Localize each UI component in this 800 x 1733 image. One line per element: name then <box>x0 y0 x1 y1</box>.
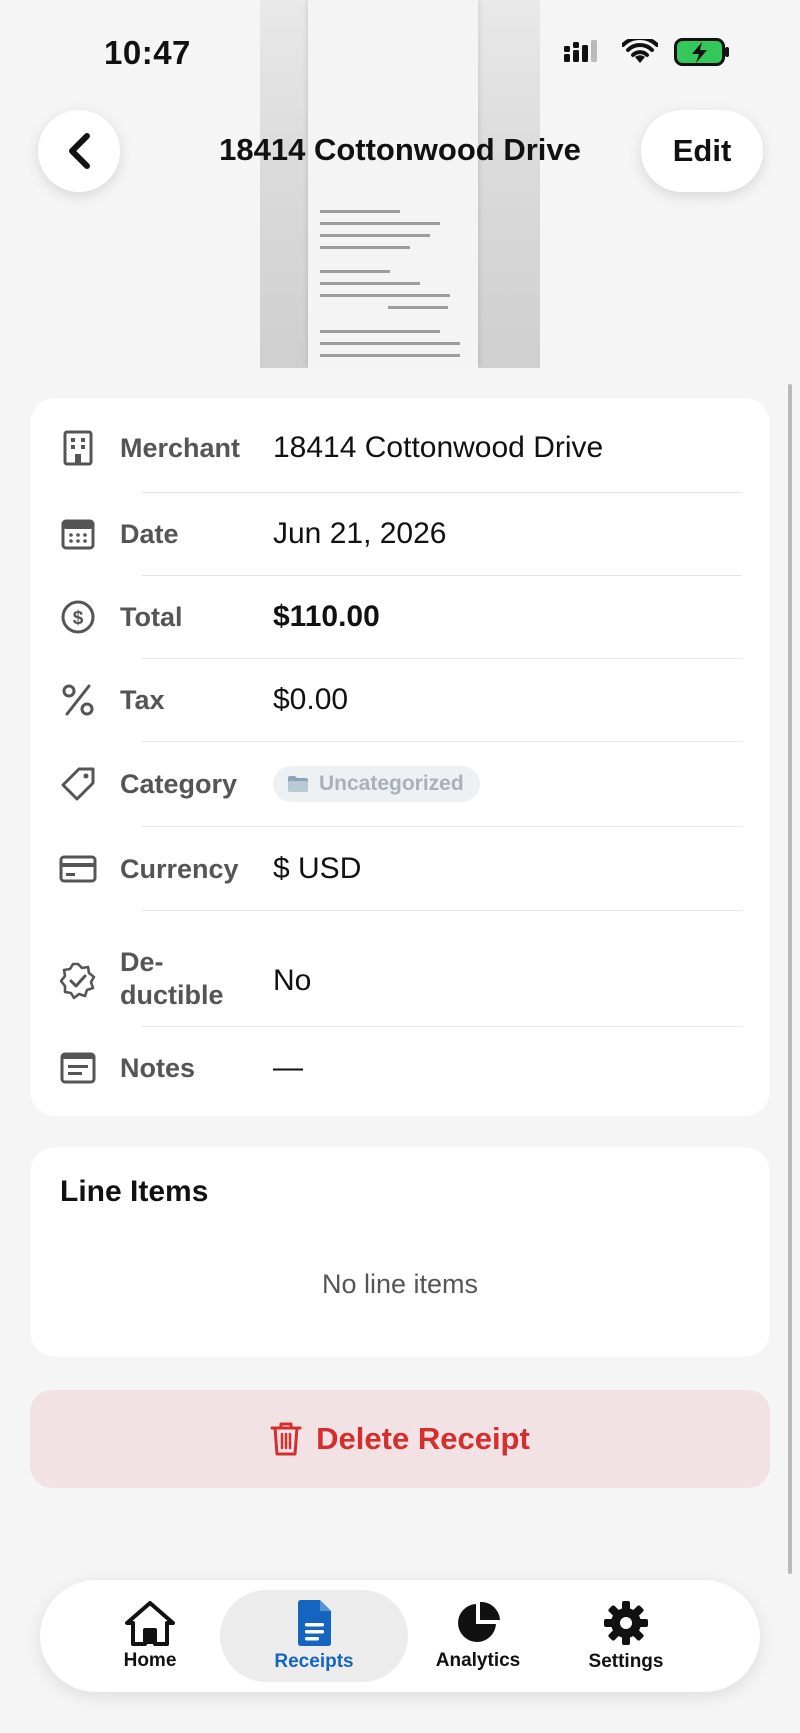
currency-row: Currency $ USD <box>30 849 770 889</box>
category-value: Uncategorized <box>319 772 464 795</box>
building-icon <box>58 428 98 468</box>
line-items-empty-text: No line items <box>321 1269 479 1299</box>
tab-receipts-label: Receipts <box>274 1651 354 1672</box>
merchant-label: Merchant <box>120 432 241 463</box>
cellular-signal-icon <box>564 40 597 62</box>
total-row: $ Total $110.00 <box>30 597 770 637</box>
date-value: Jun 21, 2026 <box>273 517 447 550</box>
deductible-label: De- ductible <box>120 947 224 1010</box>
pie-chart-icon <box>458 1601 500 1642</box>
currency-value: $ USD <box>273 852 362 885</box>
status-time: 10:47 <box>104 34 191 71</box>
folder-icon <box>288 776 308 792</box>
home-icon <box>125 1601 175 1646</box>
line-items-card: Line Items No line items <box>30 1147 770 1357</box>
delete-receipt-label: Delete Receipt <box>316 1421 530 1456</box>
edit-button[interactable]: Edit <box>641 110 763 192</box>
category-row[interactable]: Category Uncategorized <box>30 764 770 804</box>
line-items-title: Line Items <box>60 1175 209 1208</box>
tab-home-label: Home <box>123 1650 177 1671</box>
wifi-icon <box>622 39 658 63</box>
svg-text:$: $ <box>73 608 84 629</box>
merchant-row: Merchant 18414 Cottonwood Drive <box>30 428 770 468</box>
calendar-icon <box>58 514 98 554</box>
category-label: Category <box>120 768 238 799</box>
tax-value: $0.00 <box>273 683 349 716</box>
notes-icon <box>58 1048 98 1088</box>
receipt-details-card: Merchant 18414 Cottonwood Drive Date Jun… <box>30 398 770 1116</box>
date-row: Date Jun 21, 2026 <box>30 514 770 554</box>
tab-receipts[interactable]: Receipts <box>220 1590 408 1682</box>
receipt-image[interactable] <box>260 0 540 368</box>
tab-analytics-label: Analytics <box>435 1650 521 1671</box>
tab-settings[interactable]: Settings <box>556 1580 696 1692</box>
deductible-row: De- ductible No <box>30 946 770 1016</box>
dollar-circle-icon: $ <box>58 597 98 637</box>
receipt-paper <box>308 0 478 368</box>
tab-home[interactable]: Home <box>80 1580 220 1692</box>
delete-receipt-button[interactable]: Delete Receipt <box>30 1390 770 1488</box>
total-value: $110.00 <box>273 600 380 633</box>
tag-icon <box>58 764 98 804</box>
status-icons <box>564 38 730 66</box>
gear-icon <box>604 1601 648 1645</box>
merchant-value: 18414 Cottonwood Drive <box>273 431 604 464</box>
trash-icon <box>270 1422 302 1456</box>
notes-row: Notes — <box>30 1048 770 1088</box>
scrollbar[interactable] <box>788 384 792 1574</box>
verified-badge-icon <box>58 961 98 1001</box>
notes-value: — <box>273 1051 303 1084</box>
tax-label: Tax <box>120 684 165 715</box>
deductible-value: No <box>273 964 312 997</box>
currency-label: Currency <box>120 853 239 884</box>
date-label: Date <box>120 518 179 549</box>
tab-settings-label: Settings <box>588 1651 664 1672</box>
notes-label: Notes <box>120 1052 196 1083</box>
tax-row: Tax $0.00 <box>30 680 770 720</box>
percent-icon <box>58 680 98 720</box>
total-label: Total <box>120 601 183 632</box>
tab-analytics[interactable]: Analytics <box>408 1580 548 1692</box>
document-icon <box>298 1600 331 1646</box>
category-badge[interactable]: Uncategorized <box>273 766 480 802</box>
battery-charging-icon <box>674 38 729 66</box>
tab-bar: Home Receipts Analytics Settings <box>40 1580 760 1692</box>
credit-card-icon <box>58 849 98 889</box>
